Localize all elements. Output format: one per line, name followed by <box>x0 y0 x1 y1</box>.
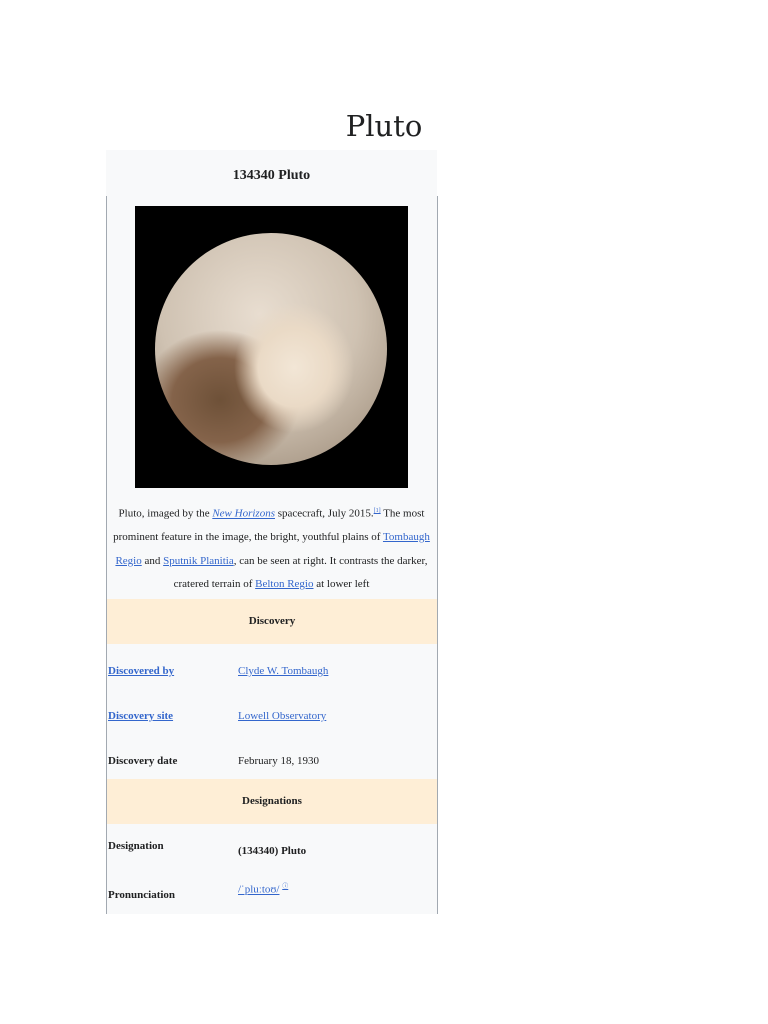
pluto-image[interactable] <box>135 206 408 488</box>
sputnik-planitia-link[interactable]: Sputnik Planitia <box>163 555 234 567</box>
section-header-designations: Designations <box>107 779 437 824</box>
designation-label: Designation <box>108 840 164 852</box>
belton-regio-link[interactable]: Belton Regio <box>255 578 313 590</box>
pronunciation-label: Pronunciation <box>108 889 176 901</box>
caption-text: at lower left <box>313 578 370 591</box>
infobox: 134340 Pluto Pluto, imaged by the New Ho… <box>106 150 438 914</box>
discovered-by-label[interactable]: Discovered by <box>108 665 174 677</box>
discovery-site-label[interactable]: Discovery site <box>108 710 173 722</box>
new-horizons-link[interactable]: New Horizons <box>212 508 275 520</box>
discovery-date-label: Discovery date <box>108 755 178 767</box>
caption-text: spacecraft, July 2015. <box>274 507 374 520</box>
caption-text: Pluto, imaged by the <box>118 507 213 520</box>
reference-link[interactable]: [1] <box>374 508 381 514</box>
discovery-site-value[interactable]: Lowell Observatory <box>238 710 326 722</box>
page-title: Pluto <box>345 109 423 144</box>
designation-value: (134340) Pluto <box>238 845 307 857</box>
audio-icon[interactable]: ⓘ <box>282 884 288 890</box>
section-header-discovery: Discovery <box>107 599 437 644</box>
image-caption: Pluto, imaged by the New Horizons spacec… <box>106 500 437 597</box>
pronunciation-link[interactable]: /ˈpluːtoʊ/ <box>238 884 279 896</box>
infobox-title: 134340 Pluto <box>232 168 311 183</box>
discovered-by-value[interactable]: Clyde W. Tombaugh <box>238 665 328 677</box>
caption-text: and <box>141 554 164 567</box>
pluto-planet <box>155 233 387 465</box>
discovery-date-value: February 18, 1930 <box>238 755 319 767</box>
